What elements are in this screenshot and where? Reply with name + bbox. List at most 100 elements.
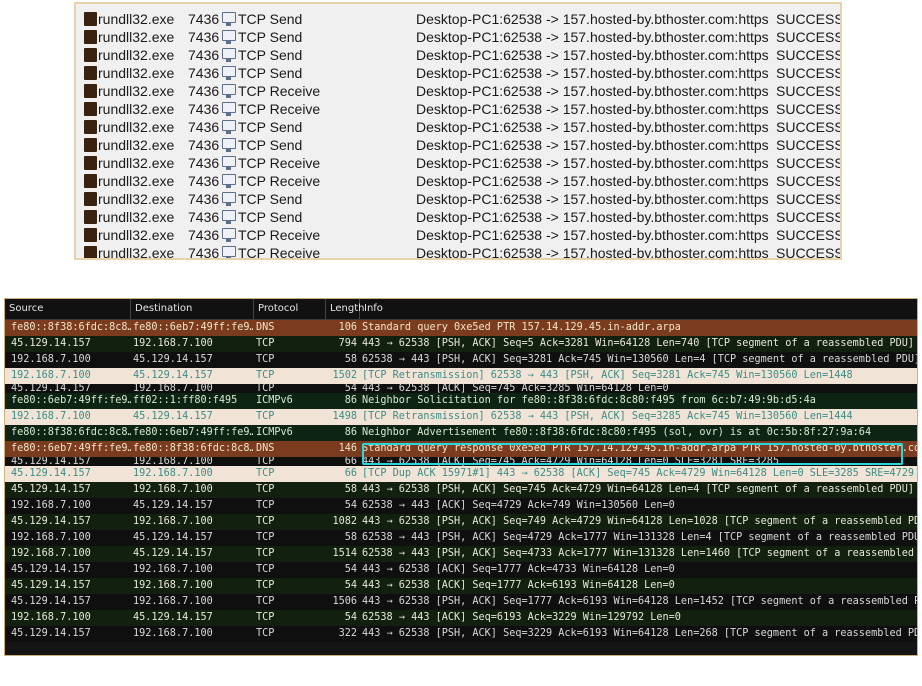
process-id: 7436 [188,83,220,99]
packet-row[interactable]: 192.168.7.100 45.129.14.157 TCP 58 62538 → 4… [5,352,918,368]
packet-info: 443 → 62538 [ACK] Seq=745 Ack=4729 Win=6… [362,457,780,466]
procmon-row[interactable]: rundll32.exe 7436 TCP Receive Desktop-PC1:6… [76,154,840,172]
process-id: 7436 [188,173,220,189]
process-id: 7436 [188,65,220,81]
packet-length: 54 [344,580,357,591]
process-id: 7436 [188,47,220,63]
packet-source: 192.168.7.100 [11,612,91,623]
packet-protocol: TCP [256,354,275,365]
packet-destination: ff02::1:ff80:f495 [133,395,238,406]
network-monitor-icon [222,192,236,206]
packet-protocol: TCP [256,338,275,349]
packet-row[interactable]: 45.129.14.157 192.168.7.100 TCP 54 443 → 625… [5,578,917,594]
procmon-row[interactable]: rundll32.exe 7436 TCP Receive Desktop-PC1:6… [76,226,840,244]
packet-length: 58 [344,354,357,365]
path: Desktop-PC1:62538 -> 157.hosted-by.bthos… [416,209,769,225]
procmon-row[interactable]: rundll32.exe 7436 TCP Receive Desktop-PC1:6… [76,172,840,190]
packet-row[interactable]: 45.129.14.157 192.168.7.100 TCP 1082 443 → 6… [5,514,917,530]
packet-row[interactable]: 45.129.14.157 192.168.7.100 TCP 1506 443 → 6… [5,594,918,610]
process-name: rundll32.exe [98,101,175,117]
process-name: rundll32.exe [98,29,175,45]
procmon-row[interactable]: rundll32.exe 7436 TCP Send Desktop-PC1:6253… [76,10,840,28]
wireshark-packet-list[interactable]: Source Destination Protocol Length Info … [4,298,918,656]
packet-source: 45.129.14.157 [11,484,91,495]
procmon-event-list[interactable]: rundll32.exe 7436 TCP Send Desktop-PC1:6253… [74,2,842,260]
process-name: rundll32.exe [98,47,175,63]
procmon-row[interactable]: rundll32.exe 7436 TCP Send Desktop-PC1:6253… [76,64,840,82]
packet-info: 443 → 62538 [PSH, ACK] Seq=1777 Ack=6193… [362,596,918,607]
packet-row[interactable]: fe80::6eb7:49ff:fe9… fe80::8f38:6fdc:8c8…… [5,441,917,457]
procmon-row[interactable]: rundll32.exe 7436 TCP Send Desktop-PC1:6253… [76,118,840,136]
packet-protocol: TCP [256,468,275,479]
path: Desktop-PC1:62538 -> 157.hosted-by.bthos… [416,137,769,153]
procmon-row[interactable]: rundll32.exe 7436 TCP Send Desktop-PC1:6253… [76,208,840,226]
packet-row[interactable]: 192.168.7.100 45.129.14.157 TCP 1514 62538 →… [5,546,918,562]
packet-info: 62538 → 443 [PSH, ACK] Seq=4733 Ack=1777… [362,548,918,559]
operation: TCP Receive [238,173,321,189]
packet-protocol: TCP [256,411,275,422]
packet-row[interactable]: 192.168.7.100 45.129.14.157 TCP 54 62538 → 4… [5,610,917,626]
path: Desktop-PC1:62538 -> 157.hosted-by.bthos… [416,119,769,135]
packet-protocol: TCP [256,628,275,639]
result: SUCCESS [776,101,842,117]
packet-info: 62538 → 443 [PSH, ACK] Seq=3281 Ack=745 … [362,354,918,365]
procmon-row[interactable]: rundll32.exe 7436 TCP Receive Desktop-PC1:6… [76,100,840,118]
packet-row[interactable]: 192.168.7.100 45.129.14.157 TCP 58 62538 → 4… [5,530,917,546]
procmon-row[interactable]: rundll32.exe 7436 TCP Send Desktop-PC1:6253… [76,136,840,154]
operation: TCP Receive [238,83,321,99]
operation: TCP Send [238,119,303,135]
procmon-row[interactable]: rundll32.exe 7436 TCP Send Desktop-PC1:6253… [76,46,840,64]
packet-row[interactable]: 192.168.7.100 45.129.14.157 TCP 1502 [TCP Re… [5,368,917,384]
packet-row[interactable]: 45.129.14.157 192.168.7.100 TCP 54 443 → 625… [5,384,917,393]
result: SUCCESS [776,173,842,189]
procmon-row[interactable]: rundll32.exe 7436 TCP Send Desktop-PC1:6253… [76,190,840,208]
packet-info: 443 → 62538 [PSH, ACK] Seq=5 Ack=3281 Wi… [362,338,915,349]
packet-source: 45.129.14.157 [11,384,91,393]
packet-row[interactable]: fe80::6eb7:49ff:fe9… ff02::1:ff80:f495 ICM… [5,393,917,409]
packet-destination: 45.129.14.157 [133,532,213,543]
packet-row[interactable]: 45.129.14.157 192.168.7.100 TCP 322 443 → 62… [5,626,917,642]
packet-row[interactable]: fe80::8f38:6fdc:8c8… fe80::6eb7:49ff:fe9…… [5,425,917,441]
column-header-destination[interactable]: Destination [131,299,254,319]
packet-info: 443 → 62538 [PSH, ACK] Seq=745 Ack=4729 … [362,484,915,495]
packet-row[interactable]: 192.168.7.100 45.129.14.157 TCP 1498 [TCP Re… [5,409,917,425]
process-id: 7436 [188,245,220,260]
packet-length: 106 [338,322,357,333]
packet-source: 45.129.14.157 [11,338,91,349]
packet-row[interactable]: 192.168.7.100 45.129.14.157 TCP 54 62538 → 4… [5,498,917,514]
packet-source: 192.168.7.100 [11,370,91,381]
operation: TCP Send [238,137,303,153]
packet-protocol: TCP [256,564,275,575]
packet-row[interactable]: 45.129.14.157 192.168.7.100 TCP 58 443 → 625… [5,482,917,498]
packet-source: 192.168.7.100 [11,354,91,365]
column-header-source[interactable]: Source [5,299,131,319]
packet-row[interactable]: 45.129.14.157 192.168.7.100 TCP 66 [TCP Dup … [5,466,917,482]
column-header-info[interactable]: Info [360,299,917,319]
result: SUCCESS [776,83,842,99]
process-name: rundll32.exe [98,11,175,27]
column-header-length[interactable]: Length [326,299,365,319]
packet-source: fe80::8f38:6fdc:8c8… [11,322,131,333]
packet-length: 54 [344,564,357,575]
process-name: rundll32.exe [98,83,175,99]
packet-source: 192.168.7.100 [11,548,91,559]
packet-row[interactable]: 45.129.14.157 192.168.7.100 TCP 54 443 → 625… [5,562,917,578]
procmon-row[interactable]: rundll32.exe 7436 TCP Receive Desktop-PC1:6… [76,244,840,260]
operation: TCP Send [238,47,303,63]
packet-length: 54 [344,500,357,511]
process-icon [84,138,97,152]
procmon-row[interactable]: rundll32.exe 7436 TCP Receive Desktop-PC1:6… [76,82,840,100]
result: SUCCESS [776,155,842,171]
packet-source: 192.168.7.100 [11,532,91,543]
packet-info: [TCP Retransmission] 62538 → 443 [PSH, A… [362,411,853,422]
network-monitor-icon [222,210,236,224]
packet-length: 1082 [332,516,357,527]
procmon-row[interactable]: rundll32.exe 7436 TCP Send Desktop-PC1:6253… [76,28,840,46]
packet-row[interactable]: 45.129.14.157 192.168.7.100 TCP 66 443 → 625… [5,457,917,466]
column-header-protocol[interactable]: Protocol [254,299,326,319]
packet-destination: 192.168.7.100 [133,457,213,466]
packet-row[interactable]: 45.129.14.157 192.168.7.100 TCP 794 443 → 62… [5,336,917,352]
network-monitor-icon [222,120,236,134]
packet-info: 443 → 62538 [ACK] Seq=1777 Ack=6193 Win=… [362,580,675,591]
packet-row[interactable]: fe80::8f38:6fdc:8c8… fe80::6eb7:49ff:fe9…… [5,320,917,336]
